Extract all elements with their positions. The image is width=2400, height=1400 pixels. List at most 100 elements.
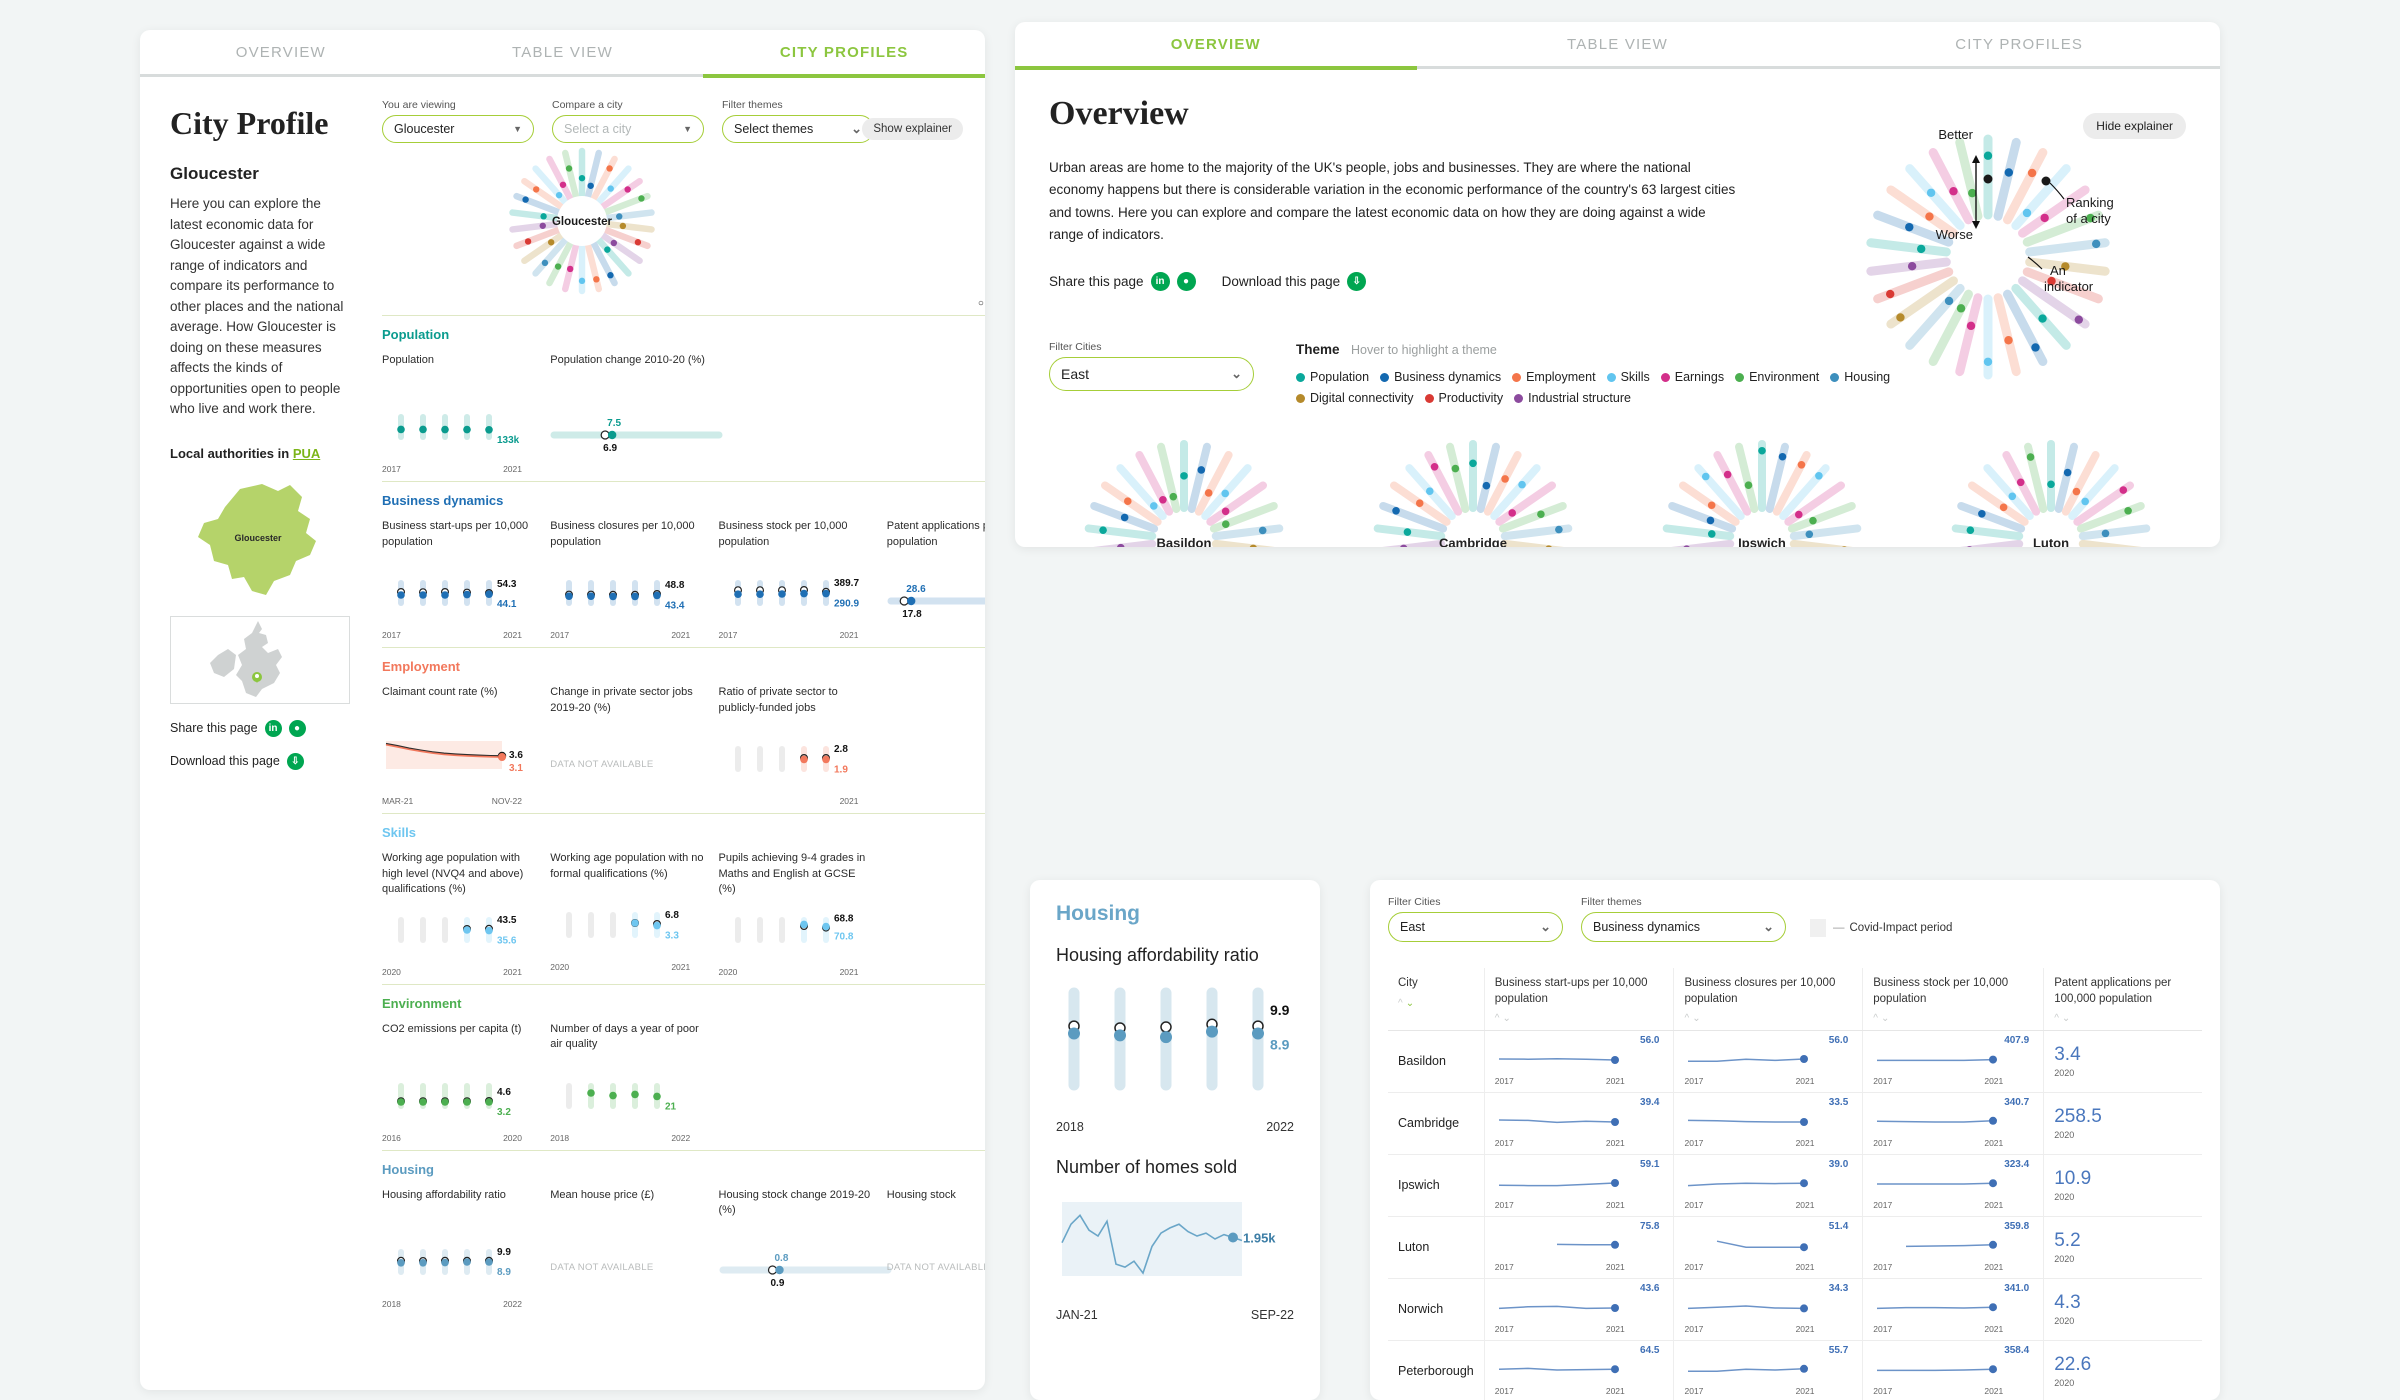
indicator-cell: Business closures per 10,000 population 4… [550, 519, 718, 641]
sparkline-svg [1688, 1117, 1809, 1126]
indicator-years: 2017 2021 [382, 630, 522, 640]
sparkline-years: 2017 2021 [1495, 1076, 1625, 1086]
year-end: 2021 [1984, 1075, 2004, 1086]
table-row[interactable]: Basildon 56.0 2017 2021 56.0 2017 2021 407.9 201… [1388, 1030, 2202, 1093]
legend-item-skills[interactable]: Skills [1606, 368, 1650, 387]
indicator-label: Ratio of private sector to publicly-fund… [718, 686, 838, 714]
sparkline-cell: 56.0 2017 2021 [1673, 1030, 1864, 1093]
table-column-4[interactable]: Patent applications per 100,000 populati… [2043, 968, 2202, 1031]
city-radial-luton[interactable]: Luton [1926, 433, 2176, 547]
table-row[interactable]: Ipswich 59.1 2017 2021 39.0 2017 2021 323.4 2017… [1388, 1154, 2202, 1217]
table-column-3[interactable]: Business stock per 10,000 population ^⌄ [1862, 968, 2045, 1031]
themes-label: Filter themes [722, 99, 783, 111]
indicator-cell: Patent applications per 100,000 populati… [887, 519, 985, 641]
table-column-2[interactable]: Business closures per 10,000 population ^… [1673, 968, 1864, 1031]
tab-city-profiles[interactable]: CITY PROFILES [1818, 22, 2220, 66]
patent-value: 5.2 [2054, 1230, 2081, 1252]
table-filter-cities-select[interactable]: East ⌄ [1388, 912, 1563, 942]
year-start: 2017 [1873, 1385, 1893, 1396]
legend-item-digital-connectivity[interactable]: Digital connectivity [1296, 389, 1414, 408]
sparkline-years: 2017 2021 [1873, 1076, 2003, 1086]
year-start: 2020 [718, 966, 738, 977]
year-start: 2017 [1494, 1385, 1514, 1396]
column-sorters[interactable]: ^⌄ [1398, 997, 1474, 1011]
lollipop-chart: 43.5 35.6 [398, 915, 517, 946]
compare-select[interactable]: Select a city ▼ [552, 115, 704, 143]
column-sorters[interactable]: ^⌄ [1495, 1012, 1664, 1026]
sort-asc-icon[interactable]: ^ [1398, 998, 1406, 1009]
sparkline-svg [1688, 1178, 1809, 1187]
sort-asc-icon[interactable]: ^ [1873, 1013, 1881, 1024]
twitter-icon[interactable]: ● [1176, 272, 1196, 292]
column-sorters[interactable]: ^⌄ [2054, 1012, 2192, 1026]
pua-link[interactable]: PUA [293, 446, 320, 461]
viewing-value: Gloucester [394, 122, 455, 136]
table-filter-themes-label: Filter themes [1581, 896, 1642, 908]
viewing-select[interactable]: Gloucester ▼ [382, 115, 534, 143]
table-column-0[interactable]: City ^⌄ [1388, 968, 1485, 1031]
sparkline-value: 56.0 [1640, 1034, 1660, 1046]
tab-table-view[interactable]: TABLE VIEW [1417, 22, 1819, 66]
table-row[interactable]: Luton 75.8 2017 2021 51.4 2017 2021 359.8 2017 20… [1388, 1216, 2202, 1279]
year-end: 2021 [1984, 1323, 2004, 1334]
sparkline-years: 2017 2021 [1873, 1200, 2003, 1210]
city-boundary-map: Gloucester [198, 483, 316, 595]
city-radial-cambridge[interactable]: Cambridge [1348, 433, 1598, 547]
filter-cities-select[interactable]: East ⌄ [1049, 357, 1254, 392]
legend-item-business-dynamics[interactable]: Business dynamics [1380, 368, 1501, 387]
indicator-cell: Number of days a year of poor air qualit… [550, 1022, 718, 1144]
legend-dot-icon [1296, 373, 1305, 383]
tab-overview[interactable]: OVERVIEW [1015, 22, 1417, 66]
sparkline-years: 2017 2021 [1873, 1324, 2003, 1334]
legend-item-population[interactable]: Population [1296, 368, 1369, 387]
table-row[interactable]: Peterborough 64.5 2017 2021 55.7 2017 2021 358.… [1388, 1340, 2202, 1400]
linkedin-icon[interactable]: in [264, 719, 282, 737]
themes-select[interactable]: Select themes ⌄ [722, 115, 874, 143]
show-explainer-button[interactable]: Show explainer [862, 118, 963, 140]
tab-table-view[interactable]: TABLE VIEW [422, 30, 704, 74]
tab-city-profiles[interactable]: CITY PROFILES [703, 30, 985, 74]
table-row[interactable]: Cambridge 39.4 2017 2021 33.5 2017 2021 340.7 20… [1388, 1092, 2202, 1155]
sparkline-svg [1498, 1303, 1619, 1312]
lollipop-chart: 389.7 290.9 [733, 578, 859, 610]
sparkline-cell: 43.6 2017 2021 [1484, 1278, 1675, 1341]
legend-item-earnings[interactable]: Earnings [1660, 368, 1724, 387]
linkedin-icon[interactable]: in [1150, 272, 1170, 292]
year-end: SEP-22 [1250, 1307, 1294, 1322]
trend-line-chart: 3.63.1 [385, 741, 523, 774]
sort-desc-icon[interactable]: ⌄ [2062, 1013, 2073, 1024]
year-end: 2021 [1795, 1323, 1815, 1334]
chevron-down-icon: ⌄ [1763, 919, 1774, 934]
theme-title: Housing [382, 1161, 434, 1177]
tab-overview[interactable]: OVERVIEW [140, 30, 422, 74]
table-column-1[interactable]: Business start-ups per 10,000 population… [1484, 968, 1675, 1031]
indicator-chart: 9.9 8.9 2018 2022 [382, 1238, 538, 1310]
download-icon[interactable]: ⇩ [286, 752, 304, 770]
year-start: 2017 [1684, 1261, 1704, 1272]
sort-desc-icon[interactable]: ⌄ [1502, 1013, 1513, 1024]
sort-desc-icon[interactable]: ⌄ [1692, 1013, 1703, 1024]
legend-item-employment[interactable]: Employment [1512, 368, 1596, 387]
table-filter-themes-select[interactable]: Business dynamics ⌄ [1581, 912, 1786, 942]
twitter-icon[interactable]: ● [288, 719, 306, 737]
indicator-row: CO2 emissions per capita (t) 4.6 3.2 2016 20… [382, 1022, 985, 1144]
chevron-down-icon: ▼ [683, 124, 692, 134]
sort-asc-icon[interactable]: ^ [2054, 1013, 2062, 1024]
city-radial-basildon[interactable]: Basildon [1059, 433, 1309, 547]
sparkline: 55.7 [1684, 1345, 1852, 1385]
column-sorters[interactable]: ^⌄ [1684, 1012, 1852, 1026]
legend-item-productivity[interactable]: Productivity [1424, 389, 1503, 408]
sort-desc-icon[interactable]: ⌄ [1406, 998, 1417, 1009]
legend-item-industrial-structure[interactable]: Industrial structure [1514, 389, 1631, 408]
city-radial-ipswich[interactable]: Ipswich [1637, 433, 1887, 547]
national-value-text: 3.6 [509, 750, 523, 761]
download-icon[interactable]: ⇩ [1347, 272, 1367, 292]
indicator-cell: Housing affordability ratio 9.9 8.9 2018 202… [382, 1188, 550, 1310]
sort-desc-icon[interactable]: ⌄ [1881, 1013, 1892, 1024]
download-page-row: Download this page ⇩ [170, 752, 350, 770]
year-start: 2017 [1873, 1075, 1893, 1086]
column-sorters[interactable]: ^⌄ [1873, 1012, 2033, 1026]
year-end: NOV-22 [491, 796, 522, 806]
national-value-legend: ○ National value [977, 298, 984, 309]
table-row[interactable]: Norwich 43.6 2017 2021 34.3 2017 2021 341.0 2017… [1388, 1278, 2202, 1341]
